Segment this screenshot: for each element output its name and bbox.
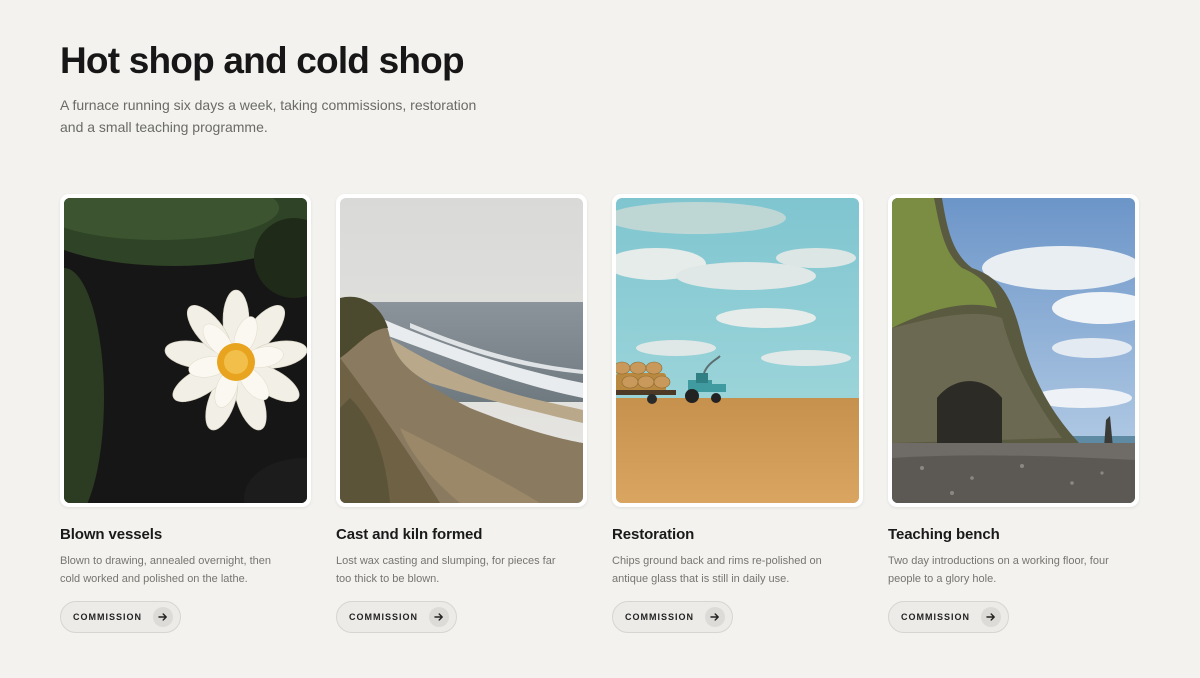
card-description: Two day introductions on a working floor… bbox=[888, 555, 1109, 585]
sea-cliff-beach-photo bbox=[892, 198, 1135, 503]
water-lily-photo bbox=[64, 198, 307, 503]
card-image-frame bbox=[60, 194, 311, 507]
coastal-cliff-photo bbox=[340, 198, 583, 503]
button-label: COMMISSION bbox=[73, 612, 143, 622]
service-card-cast-kiln: Cast and kiln formed Lost wax casting an… bbox=[336, 194, 587, 633]
card-title: Cast and kiln formed bbox=[336, 526, 483, 543]
card-description: Chips ground back and rims re-polished o… bbox=[612, 555, 822, 585]
service-card-teaching-bench: Teaching bench Two day introductions on … bbox=[888, 194, 1139, 633]
commission-button[interactable]: COMMISSION bbox=[336, 601, 458, 633]
arrow-right-icon bbox=[981, 607, 1002, 627]
card-image-frame bbox=[888, 194, 1139, 507]
card-description: Blown to drawing, annealed overnight, th… bbox=[60, 555, 271, 585]
arrow-right-icon bbox=[429, 607, 450, 627]
commission-button[interactable]: COMMISSION bbox=[612, 601, 734, 633]
page-title: Hot shop and cold shop bbox=[60, 40, 465, 81]
card-title: Teaching bench bbox=[888, 526, 1000, 543]
button-label: COMMISSION bbox=[349, 612, 419, 622]
card-image-frame bbox=[336, 194, 587, 507]
service-card-blown-vessels: Blown vessels Blown to drawing, annealed… bbox=[60, 194, 311, 633]
button-label: COMMISSION bbox=[625, 612, 695, 622]
arrow-right-icon bbox=[153, 607, 174, 627]
tractor-field-photo bbox=[616, 198, 859, 503]
button-label: COMMISSION bbox=[901, 612, 971, 622]
page-subtitle: A furnace running six days a week, takin… bbox=[60, 97, 477, 135]
hero: Hot shop and cold shop A furnace running… bbox=[60, 38, 520, 138]
commission-button[interactable]: COMMISSION bbox=[60, 601, 182, 633]
card-title: Restoration bbox=[612, 526, 695, 543]
arrow-right-icon bbox=[705, 607, 726, 627]
card-image-frame bbox=[612, 194, 863, 507]
page: Hot shop and cold shop A furnace running… bbox=[0, 0, 1200, 678]
service-card-restoration: Restoration Chips ground back and rims r… bbox=[612, 194, 863, 633]
card-description: Lost wax casting and slumping, for piece… bbox=[336, 555, 556, 585]
commission-button[interactable]: COMMISSION bbox=[888, 601, 1010, 633]
card-title: Blown vessels bbox=[60, 526, 163, 543]
